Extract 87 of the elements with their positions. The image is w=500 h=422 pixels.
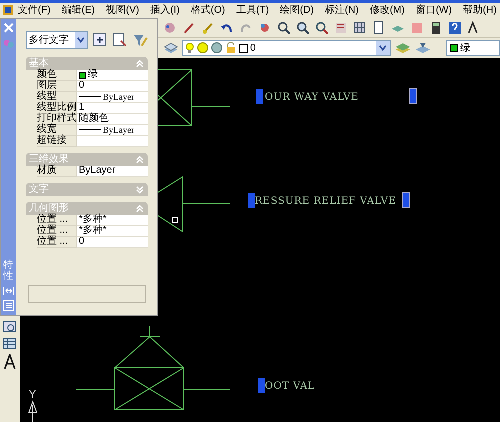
property-label: 材质 (37, 166, 77, 177)
property-label: 线型 (37, 92, 77, 103)
property-value: 绿 (88, 70, 98, 80)
zoom-icon[interactable] (277, 20, 291, 34)
grip[interactable] (402, 192, 410, 208)
document-icon[interactable] (372, 20, 386, 34)
color-swatch-icon (239, 44, 248, 52)
menu-item[interactable]: 帮助(H) (462, 6, 498, 16)
app-icon (2, 4, 14, 16)
property-label: 线宽 (37, 125, 77, 136)
brush-icon[interactable] (182, 20, 196, 34)
collapse-icon (135, 58, 145, 68)
menu-item[interactable]: 编辑(E) (60, 6, 96, 16)
grip[interactable] (258, 378, 265, 393)
property-value: 0 (79, 81, 85, 91)
zoom-icon[interactable] (296, 20, 310, 34)
color-dropdown[interactable]: 绿 (446, 40, 500, 56)
viewport-icon[interactable] (3, 320, 17, 334)
layer-name: 0 (250, 42, 257, 56)
menu-item[interactable]: 格式(O) (190, 6, 226, 16)
expand-icon (135, 184, 145, 194)
table-icon[interactable] (3, 337, 17, 351)
close-icon[interactable] (2, 22, 14, 34)
property-value: ByLayer (103, 126, 134, 134)
layer-dropdown[interactable]: 0 (182, 40, 392, 56)
axis-label: Y (29, 389, 36, 401)
property-label: 线型比例 (37, 103, 77, 114)
property-value: *多种* (79, 215, 107, 225)
palette-icon[interactable] (163, 20, 177, 34)
menu-item[interactable]: 修改(M) (368, 6, 406, 16)
collapse-icon (135, 204, 145, 214)
property-value: 1 (79, 103, 85, 113)
grip[interactable] (248, 193, 255, 208)
help-icon[interactable] (448, 20, 462, 34)
resize-icon[interactable] (2, 286, 14, 296)
property-label: 位置 ... (37, 226, 77, 237)
drawing-label: RESSURE RELIEF VALVE (255, 196, 396, 207)
property-value: ByLayer (79, 166, 116, 176)
property-label: 超链接 (37, 136, 77, 147)
select-objects-icon[interactable] (112, 32, 128, 48)
menu-item[interactable]: 标注(N) (324, 6, 360, 16)
filter-icon[interactable] (132, 32, 148, 48)
section-title: 三维效果 (29, 154, 69, 164)
linetype-sample-icon (79, 94, 101, 100)
lightbulb-icon (185, 42, 196, 54)
collapse-icon (135, 154, 145, 164)
toggle-pickadd-icon[interactable] (92, 32, 108, 48)
menu-item[interactable]: 视图(V) (105, 6, 140, 16)
grip[interactable] (410, 88, 418, 104)
property-value: *多种* (79, 226, 107, 236)
menu-item[interactable]: 插入(I) (149, 6, 181, 16)
linetype-sample-icon (79, 127, 101, 133)
section-title: 文字 (29, 184, 49, 194)
properties-icon[interactable] (334, 20, 348, 34)
sun-icon (197, 42, 210, 54)
grip[interactable] (256, 89, 263, 104)
grid-icon[interactable] (353, 20, 367, 34)
layers-icon[interactable] (164, 41, 178, 55)
color-name: 绿 (460, 42, 471, 56)
list-icon[interactable] (2, 300, 14, 312)
object-type-dropdown[interactable]: 多行文字 (26, 31, 88, 49)
object-type: 多行文字 (29, 34, 69, 48)
property-value: 0 (79, 237, 85, 247)
property-label: 图层 (37, 81, 77, 92)
ucs-axis-icon (28, 400, 38, 422)
property-value: ByLayer (103, 92, 134, 102)
brush-icon[interactable] (201, 20, 215, 34)
layers-icon[interactable] (395, 41, 412, 55)
lock-icon (225, 42, 238, 54)
drawing-label: OUR WAY VALVE (265, 92, 359, 103)
text-tool-icon[interactable] (3, 354, 17, 370)
calculator-icon[interactable] (429, 20, 443, 34)
menu-item[interactable]: 绘图(D) (279, 6, 316, 16)
menu-item[interactable]: 文件(F) (17, 6, 52, 16)
property-label: 位置 ... (37, 215, 77, 226)
menu-item[interactable]: 工具(T) (235, 6, 270, 16)
palette-title: 特性 (4, 260, 14, 282)
property-label: 颜色 (37, 70, 77, 81)
property-label: 位置 ... (37, 237, 77, 248)
property-label: 打印样式 (37, 114, 77, 125)
section-title: 基本 (29, 58, 49, 68)
zoom-icon[interactable] (315, 20, 329, 34)
menu-item[interactable]: 窗口(W) (414, 6, 454, 16)
section-title: 几何图形 (29, 204, 69, 214)
drawing-label: OOT VAL (265, 381, 316, 392)
layers-icon[interactable] (415, 41, 432, 55)
property-value: 随颜色 (79, 114, 109, 124)
